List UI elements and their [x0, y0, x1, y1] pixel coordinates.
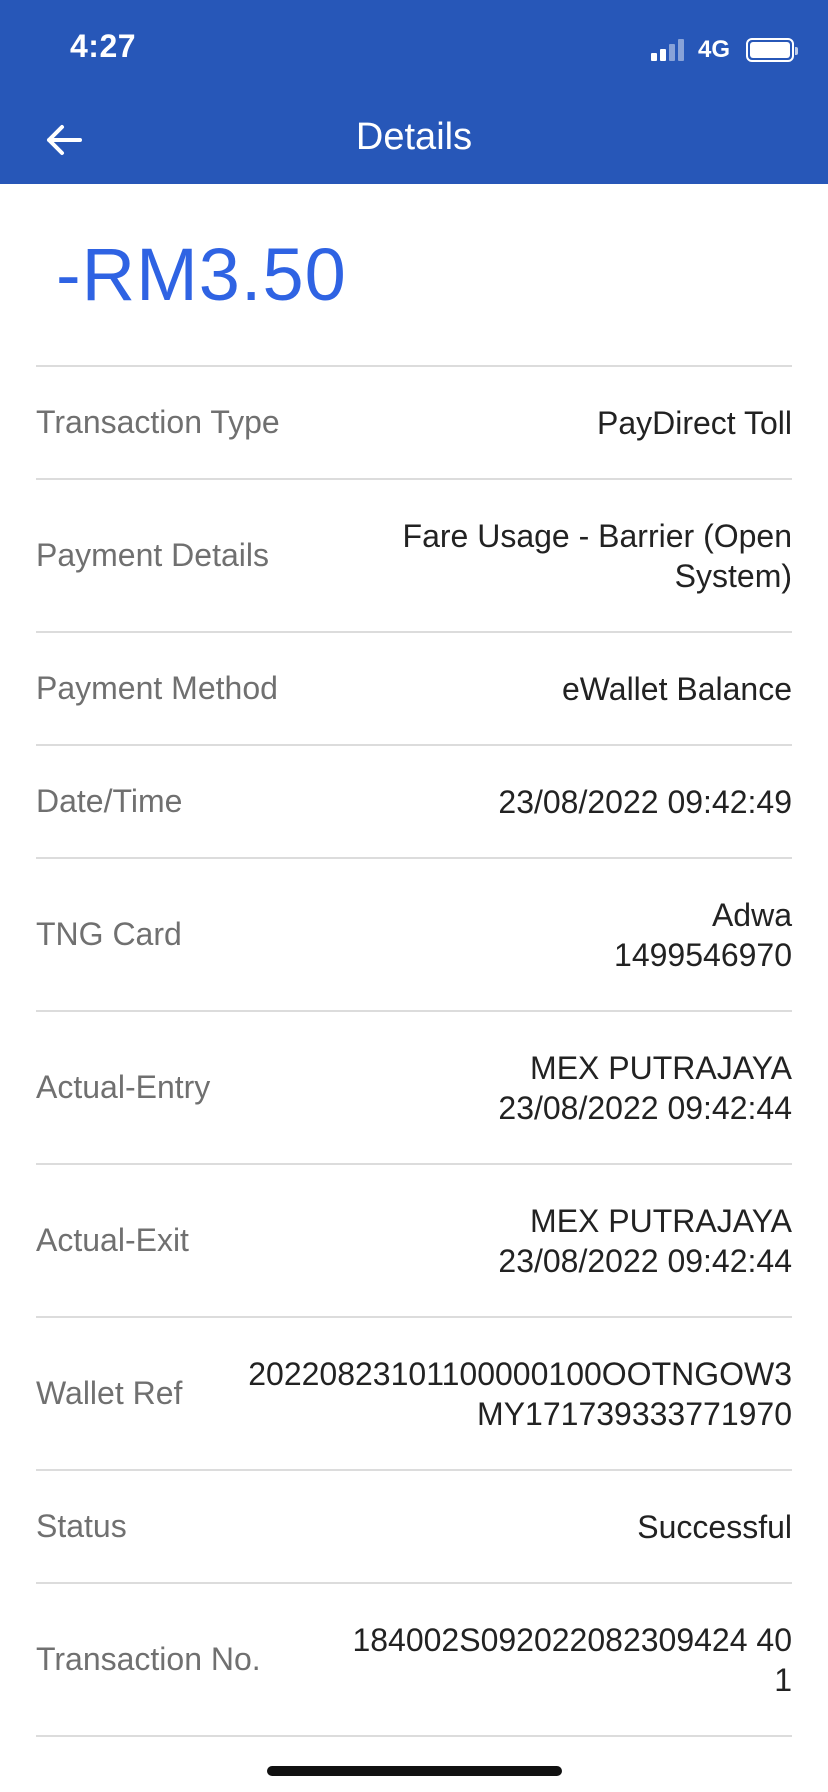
detail-label: Payment Method — [36, 670, 278, 706]
detail-label: Actual-Exit — [36, 1222, 189, 1258]
detail-row: TNG Card Adwa 1499546970 — [36, 857, 792, 1010]
detail-value-line: 20220823101100000100OOTNGOW3 — [248, 1355, 792, 1392]
detail-list: Transaction Type PayDirect Toll Payment De… — [36, 365, 792, 1737]
detail-value: Fare Usage - Barrier (Open System) — [269, 516, 792, 596]
detail-row: Date/Time 23/08/2022 09:42:49 — [36, 744, 792, 857]
detail-value-line: 23/08/2022 09:42:44 — [498, 1089, 792, 1126]
detail-value: 23/08/2022 09:42:49 — [182, 782, 792, 822]
detail-value-line: PayDirect Toll — [596, 404, 792, 441]
detail-row: Status Successful — [36, 1469, 792, 1582]
detail-label: Status — [36, 1508, 127, 1544]
status-time: 4:27 — [70, 28, 137, 64]
detail-value: PayDirect Toll — [280, 403, 792, 443]
detail-value-line: System) — [674, 557, 792, 594]
detail-label: TNG Card — [36, 916, 182, 952]
home-indicator[interactable] — [267, 1766, 562, 1776]
detail-value: Successful — [127, 1507, 792, 1547]
detail-value-line: eWallet Balance — [561, 670, 792, 707]
transaction-amount: -RM3.50 — [56, 233, 347, 316]
detail-label: Transaction Type — [36, 404, 280, 440]
detail-value: Adwa 1499546970 — [182, 895, 792, 975]
detail-value-line: Fare Usage - Barrier (Open — [402, 517, 792, 554]
detail-value: 184002S092022082309424 40 1 — [261, 1620, 792, 1700]
detail-value-line: 23/08/2022 09:42:49 — [498, 783, 792, 820]
detail-value: MEX PUTRAJAYA 23/08/2022 09:42:44 — [189, 1201, 792, 1281]
app-header: 4:27 4G Details — [0, 0, 828, 184]
status-indicators: 4G — [650, 36, 798, 64]
detail-row: Payment Method eWallet Balance — [36, 631, 792, 744]
detail-value-line: 23/08/2022 09:42:44 — [498, 1242, 792, 1279]
detail-row: Payment Details Fare Usage - Barrier (Ope… — [36, 478, 792, 631]
page-title: Details — [355, 116, 473, 158]
detail-value-line: MEX PUTRAJAYA — [530, 1049, 792, 1086]
detail-label: Transaction No. — [36, 1641, 261, 1677]
detail-row: Wallet Ref 20220823101100000100OOTNGOW3 MY… — [36, 1316, 792, 1469]
battery-icon — [746, 38, 798, 62]
detail-value-line: 1 — [774, 1661, 792, 1698]
list-end-divider — [36, 1735, 792, 1737]
detail-value-line: MEX PUTRAJAYA — [530, 1202, 792, 1239]
detail-value: eWallet Balance — [278, 669, 792, 709]
detail-value-line: Successful — [637, 1508, 792, 1545]
detail-value-line: 184002S092022082309424 40 — [352, 1621, 792, 1658]
transaction-details-screen: 4:27 4G Details -RM3.50 Transaction Type… — [0, 0, 828, 1792]
detail-value: MEX PUTRAJAYA 23/08/2022 09:42:44 — [210, 1048, 792, 1128]
detail-label: Actual-Entry — [36, 1069, 211, 1105]
network-label: 4G — [697, 36, 730, 63]
detail-label: Payment Details — [36, 537, 269, 573]
detail-value: 20220823101100000100OOTNGOW3 MY1717393337… — [182, 1354, 792, 1434]
detail-label: Date/Time — [36, 783, 183, 819]
detail-row: Transaction Type PayDirect Toll — [36, 365, 792, 478]
signal-bars-icon — [650, 39, 684, 61]
detail-row: Transaction No. 184002S092022082309424 40… — [36, 1582, 792, 1735]
detail-value-line: 1499546970 — [614, 936, 792, 973]
detail-row: Actual-Entry MEX PUTRAJAYA 23/08/2022 09:4… — [36, 1010, 792, 1163]
detail-label: Wallet Ref — [36, 1375, 183, 1411]
detail-value-line: MY171739333771970 — [477, 1395, 792, 1432]
detail-value-line: Adwa — [711, 896, 792, 933]
detail-row: Actual-Exit MEX PUTRAJAYA 23/08/2022 09:42… — [36, 1163, 792, 1316]
